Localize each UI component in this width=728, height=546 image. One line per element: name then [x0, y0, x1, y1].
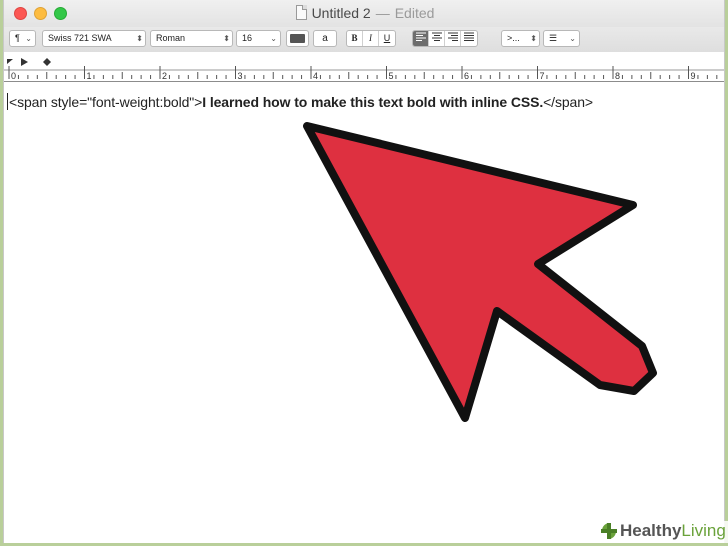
watermark-brand-first: Healthy: [620, 521, 682, 540]
pointer-arrow-icon: [303, 122, 657, 422]
watermark-brand-second: Living: [681, 521, 726, 540]
leaf-cross-logo-icon: [601, 523, 617, 539]
annotation-arrow: [303, 122, 657, 422]
watermark: HealthyLiving: [596, 521, 728, 543]
